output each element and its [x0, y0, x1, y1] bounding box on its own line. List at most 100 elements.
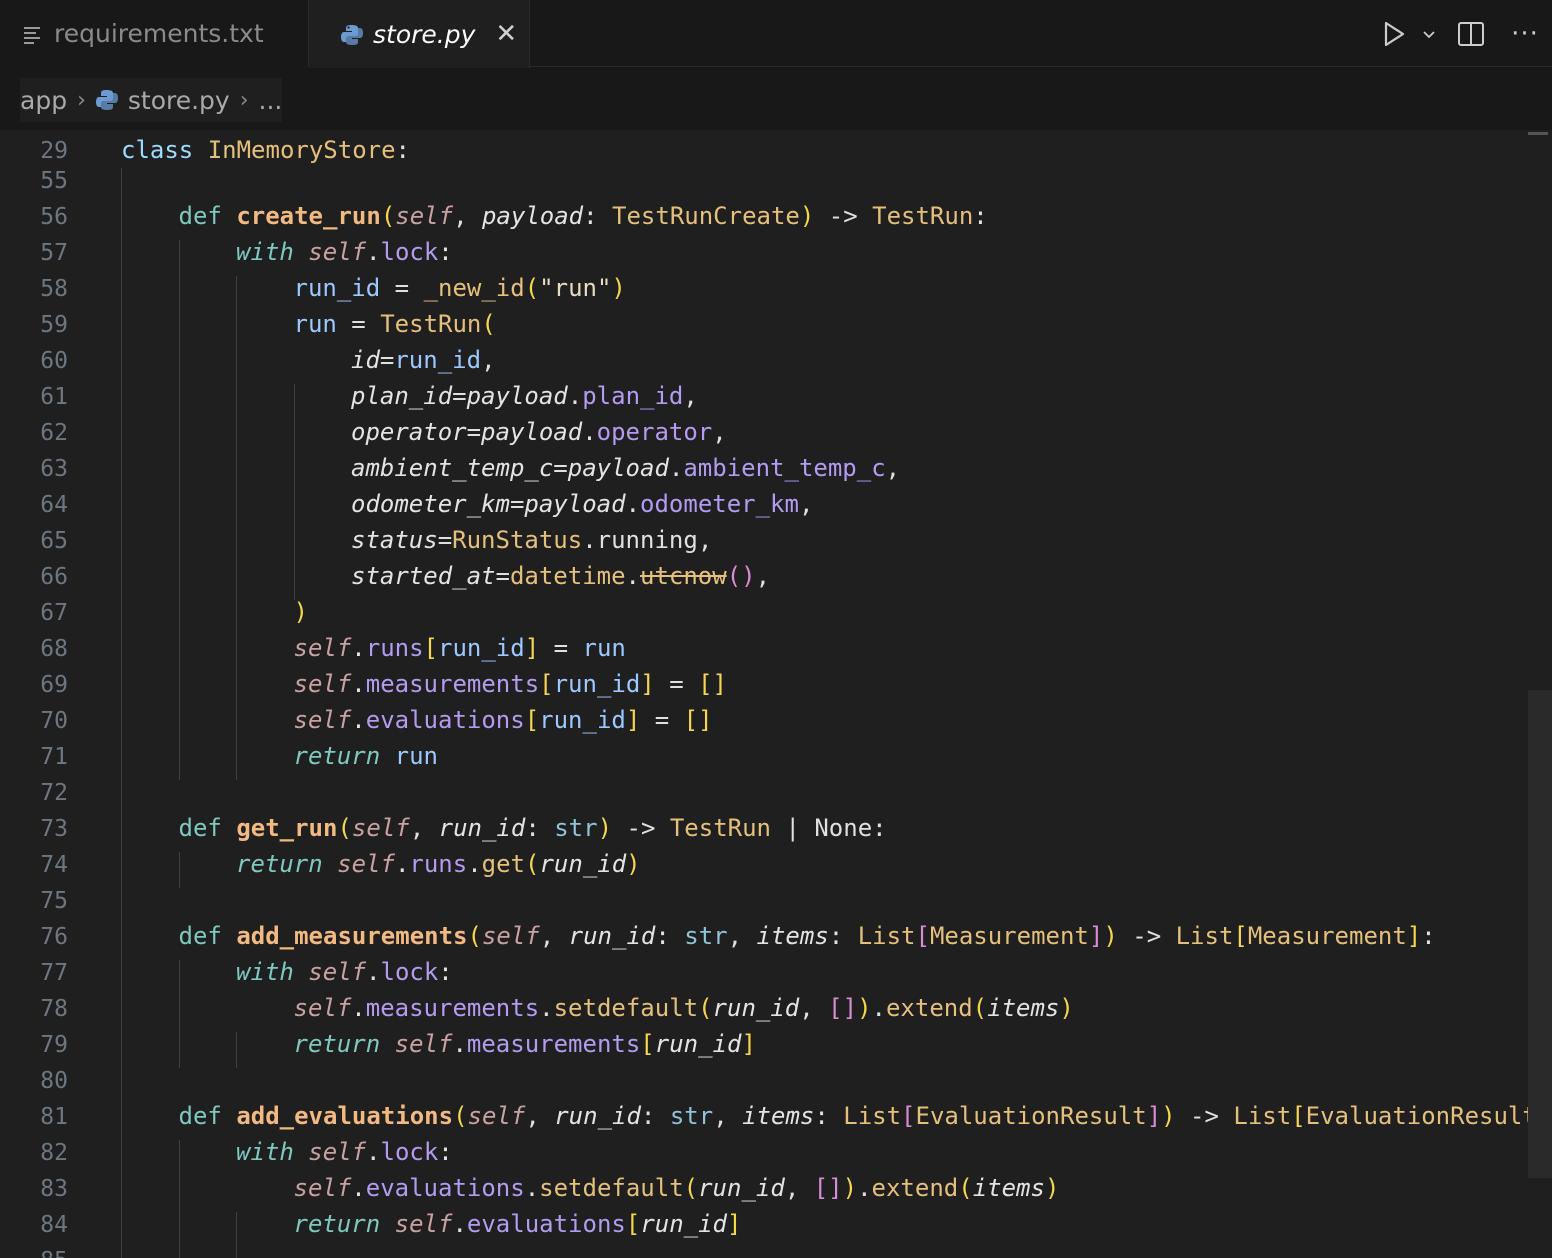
code-token: :: [583, 202, 613, 230]
ellipsis-icon[interactable]: ···: [1498, 19, 1552, 49]
code-line[interactable]: self.evaluations.setdefault(run_id, []).…: [294, 1174, 1060, 1202]
code-line[interactable]: def get_run(self, run_id: str) -> TestRu…: [179, 814, 887, 842]
code-token: .: [366, 958, 381, 986]
code-token: ): [1059, 994, 1074, 1022]
line-number: 64: [40, 492, 68, 518]
code-line[interactable]: def add_measurements(self, run_id: str, …: [179, 922, 1436, 950]
code-token: :: [973, 202, 988, 230]
code-token: extend: [885, 994, 973, 1022]
code-token: .: [351, 994, 366, 1022]
code-token: [: [901, 1102, 916, 1130]
code-token: self: [308, 958, 367, 986]
code-token: TestRun: [872, 202, 974, 230]
run-icon[interactable]: [1374, 20, 1414, 48]
tab-requirements[interactable]: requirements.txt: [0, 0, 309, 67]
code-line[interactable]: self.measurements.setdefault(run_id, [])…: [294, 994, 1074, 1022]
code-token: .: [524, 1174, 540, 1202]
code-line[interactable]: with self.lock:: [236, 1138, 453, 1166]
code-line[interactable]: class InMemoryStore:: [121, 136, 410, 164]
code-line[interactable]: def add_evaluations(self, run_id: str, i…: [179, 1102, 1552, 1130]
code-line[interactable]: operator=payload.operator,: [351, 418, 727, 446]
code-token: self: [395, 202, 454, 230]
line-number: 68: [40, 636, 68, 662]
code-token: measurements: [466, 1030, 641, 1058]
indent-guide: [293, 384, 295, 600]
code-token: .: [668, 454, 684, 482]
code-token: ,: [453, 202, 482, 230]
chevron-right-icon: ›: [239, 87, 249, 113]
code-line[interactable]: self.evaluations[run_id] = []: [294, 706, 713, 734]
line-number: 82: [40, 1140, 68, 1166]
code-token: TestRunCreate: [612, 202, 800, 230]
line-number: 76: [40, 924, 68, 950]
breadcrumb-more[interactable]: ...: [259, 86, 283, 115]
code-line[interactable]: started_at=datetime.utcnow(),: [351, 562, 770, 590]
code-token: run_id: [553, 670, 641, 698]
code-token: Measurement: [1247, 922, 1407, 950]
line-number: 74: [40, 852, 68, 878]
code-token: ->: [1175, 1102, 1234, 1130]
code-line[interactable]: odometer_km=payload.odometer_km,: [351, 490, 813, 518]
code-token: :: [438, 958, 453, 986]
code-line[interactable]: run = TestRun(: [294, 310, 496, 338]
code-token: items: [742, 1102, 815, 1130]
code-line[interactable]: self.runs[run_id] = run: [294, 634, 626, 662]
code-token: .: [567, 382, 583, 410]
code-line[interactable]: return self.measurements[run_id]: [294, 1030, 756, 1058]
line-number: 59: [40, 312, 68, 338]
code-line[interactable]: return self.evaluations[run_id]: [294, 1210, 742, 1238]
code-token: EvaluationResult: [915, 1102, 1147, 1130]
code-token: ,: [727, 922, 757, 950]
code-token: .: [351, 634, 366, 662]
code-token: =: [380, 274, 424, 302]
code-line[interactable]: id=run_id,: [351, 346, 496, 374]
code-token: .: [366, 238, 381, 266]
code-token: self: [293, 994, 352, 1022]
code-line[interactable]: with self.lock:: [236, 238, 453, 266]
code-token: ,: [525, 1102, 555, 1130]
code-line[interactable]: plan_id=payload.plan_id,: [351, 382, 698, 410]
split-editor-icon[interactable]: [1444, 20, 1498, 48]
close-icon[interactable]: ✕: [495, 19, 517, 49]
line-number: 57: [40, 240, 68, 266]
code-editor[interactable]: 29 55 56 57 58 59 60 61 62 63 64 65 66 67 68 69 70 71 72 73…: [0, 130, 1552, 1258]
tab-label: store.py: [373, 19, 476, 49]
code-line[interactable]: return run: [294, 742, 439, 770]
code-line[interactable]: ): [294, 598, 308, 626]
code-token: [: [640, 1030, 655, 1058]
code-token: ]: [1146, 1102, 1162, 1130]
breadcrumb-folder[interactable]: app: [20, 86, 67, 115]
code-line[interactable]: run_id = _new_id("run"): [294, 274, 626, 302]
code-token: .: [582, 526, 597, 554]
code-line[interactable]: ambient_temp_c=payload.ambient_temp_c,: [351, 454, 900, 482]
code-line[interactable]: self.measurements[run_id] = []: [294, 670, 728, 698]
code-token: =: [466, 418, 482, 446]
code-token: self: [293, 706, 352, 734]
line-number: 67: [40, 600, 68, 626]
code-token: ): [799, 202, 815, 230]
code-line[interactable]: status=RunStatus.running,: [351, 526, 712, 554]
code-line[interactable]: with self.lock:: [236, 958, 453, 986]
code-token: List: [843, 1102, 902, 1130]
code-token: |: [771, 814, 815, 842]
code-line[interactable]: return self.runs.get(run_id): [236, 850, 641, 878]
code-token: ): [842, 1174, 858, 1202]
code-token: Measurement: [929, 922, 1089, 950]
code-token: ]: [741, 1030, 756, 1058]
code-token: measurements: [365, 670, 540, 698]
indent-guide: [178, 960, 180, 1068]
code-token: =: [495, 562, 510, 590]
code-token: utcnow: [640, 562, 727, 590]
code-token: (: [525, 850, 540, 878]
code-token: run_id: [568, 922, 656, 950]
code-token: =: [336, 310, 381, 338]
breadcrumb-file[interactable]: store.py: [128, 86, 230, 115]
code-token: ,: [713, 1102, 743, 1130]
chevron-down-icon[interactable]: [1414, 29, 1444, 39]
tab-store-py[interactable]: store.py ✕: [309, 0, 530, 68]
code-token: :: [655, 922, 685, 950]
scrollbar-thumb[interactable]: [1528, 690, 1552, 1178]
code-line[interactable]: def create_run(self, payload: TestRunCre…: [179, 202, 988, 230]
line-number: 72: [40, 780, 68, 806]
